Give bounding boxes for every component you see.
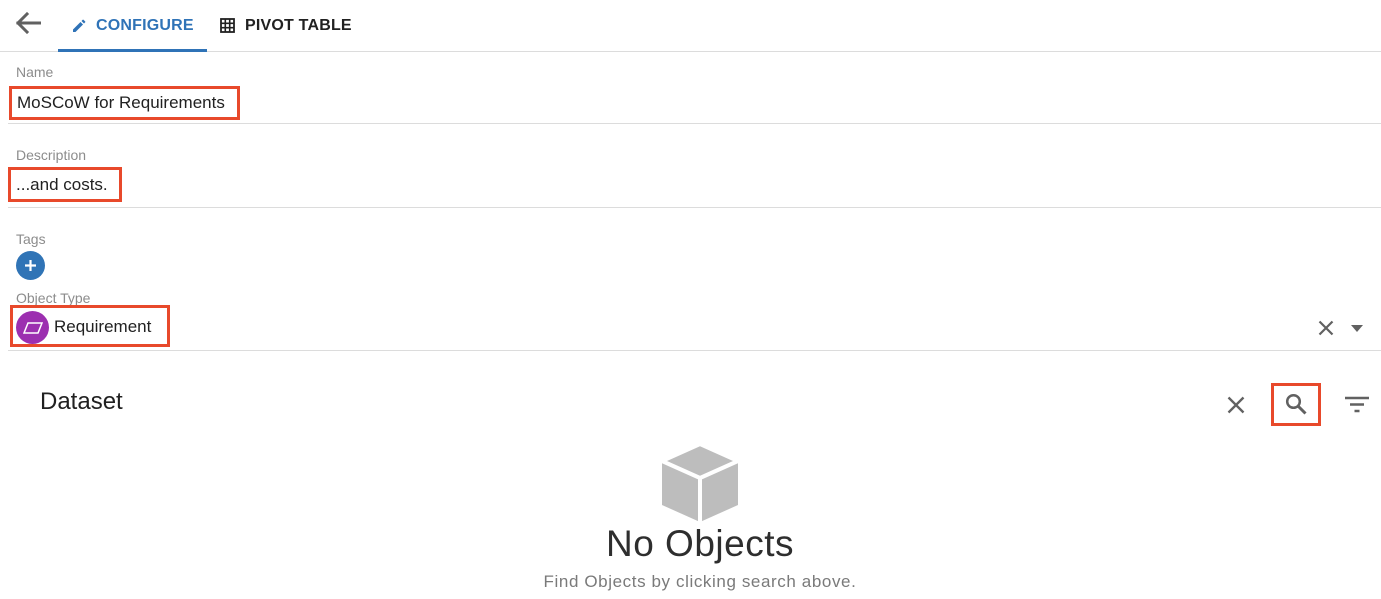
- description-label: Description: [16, 147, 87, 163]
- highlight-box-object-type: [10, 305, 170, 347]
- grid-icon: [220, 18, 235, 33]
- pencil-icon: [72, 19, 86, 33]
- cube-icon: [660, 442, 740, 522]
- name-field-underline: [8, 123, 1381, 124]
- close-icon: [1318, 320, 1334, 336]
- arrow-left-icon: [15, 12, 41, 34]
- empty-state-subtitle: Find Objects by clicking search above.: [543, 572, 857, 591]
- clear-dataset-button[interactable]: [1222, 392, 1250, 418]
- filter-button[interactable]: [1343, 392, 1371, 416]
- highlight-box-name: [9, 86, 240, 120]
- tags-label: Tags: [16, 231, 46, 247]
- object-type-label: Object Type: [16, 290, 91, 306]
- name-label: Name: [16, 64, 54, 80]
- add-tag-button[interactable]: [16, 251, 45, 280]
- clear-object-type-button[interactable]: [1313, 316, 1339, 340]
- header-bar: CONFIGURE PIVOT TABLE: [0, 0, 1381, 52]
- tab-pivot-table[interactable]: PIVOT TABLE: [220, 0, 352, 51]
- tab-configure[interactable]: CONFIGURE: [58, 0, 207, 52]
- highlight-box-search: [1271, 383, 1321, 426]
- dataset-title: Dataset: [40, 388, 123, 415]
- close-icon: [1227, 396, 1245, 414]
- back-button[interactable]: [12, 8, 44, 38]
- empty-state-title: No Objects: [605, 523, 794, 564]
- page: CONFIGURE PIVOT TABLE Name MoSCoW for Re…: [0, 0, 1381, 599]
- active-tab-indicator: [58, 49, 207, 52]
- caret-down-icon: [1351, 324, 1363, 332]
- object-type-dropdown-button[interactable]: [1346, 318, 1368, 338]
- description-field-underline: [8, 207, 1381, 208]
- tab-configure-label: CONFIGURE: [96, 16, 194, 34]
- tab-pivot-table-label: PIVOT TABLE: [245, 16, 352, 34]
- highlight-box-description: [8, 167, 122, 202]
- object-type-underline: [8, 350, 1381, 351]
- plus-icon: [25, 260, 36, 271]
- filter-icon: [1345, 396, 1369, 412]
